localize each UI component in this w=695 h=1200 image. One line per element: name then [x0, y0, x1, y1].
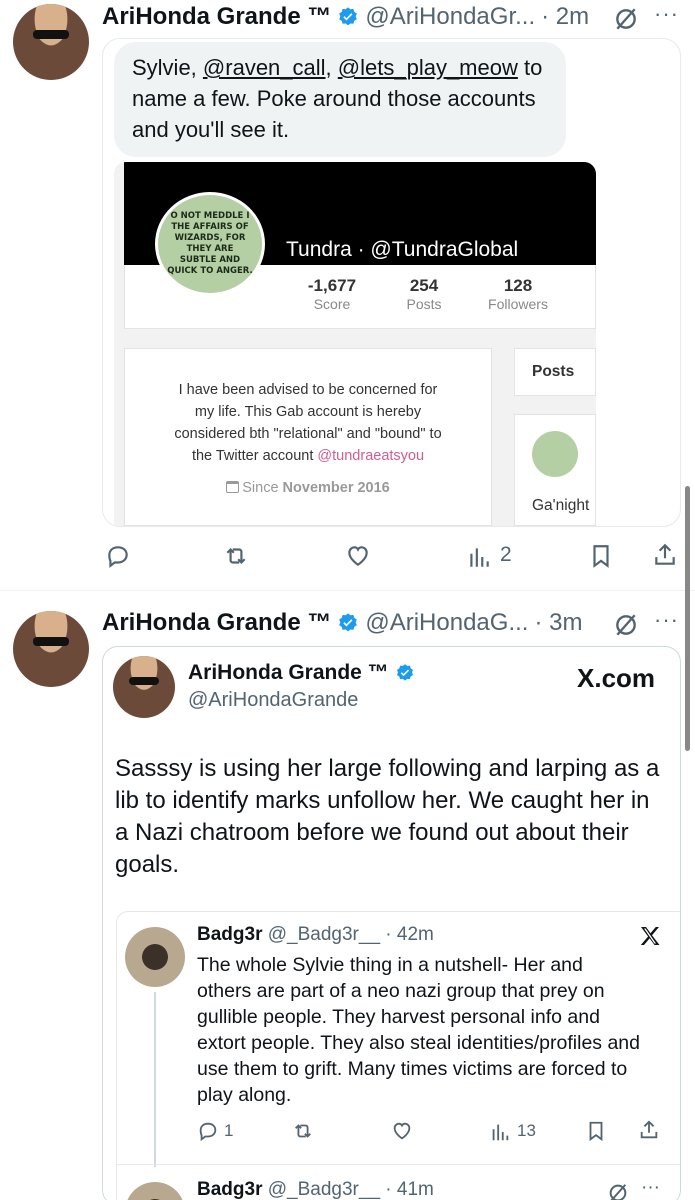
stat-label: Followers — [488, 296, 548, 312]
bio-link: @tundraeatsyou — [317, 448, 425, 464]
gab-stat-score: -1,677 Score — [292, 276, 372, 312]
stat-number: -1,677 — [307, 276, 357, 295]
calendar-icon — [226, 481, 240, 493]
gab-avatar-text: O NOT MEDDLE I THE AFFAIRS OF WIZARDS, F… — [167, 211, 253, 276]
gab-posts-tab: Posts — [514, 348, 596, 396]
embedded-tweet: Badg3r @_Badg3r__ · 42m The whole Sylvie… — [116, 911, 680, 1200]
gab-avatar: O NOT MEDDLE I THE AFFAIRS OF WIZARDS, F… — [155, 192, 265, 296]
stat-number: 128 — [503, 276, 533, 295]
author-handle[interactable]: @AriHondaG... — [365, 609, 528, 637]
views-count: 13 — [517, 1121, 536, 1140]
like-icon[interactable] — [344, 543, 372, 569]
author-name[interactable]: AriHonda Grande ™ — [102, 609, 331, 637]
gab-bio: I have been advised to be concerned for … — [125, 379, 491, 467]
more-options-icon: ··· — [641, 1177, 660, 1198]
author-name[interactable]: AriHonda Grande ™ — [102, 3, 331, 31]
retweet-icon[interactable] — [222, 543, 250, 569]
tweet-divider — [0, 590, 695, 591]
verified-badge-icon — [339, 613, 358, 632]
x-logo-icon — [640, 927, 660, 945]
verified-badge-icon — [396, 664, 413, 681]
next-embedded-header: Badg3r @_Badg3r__ · 41m — [197, 1179, 434, 1200]
embedded-header: Badg3r @_Badg3r__ · 42m — [197, 924, 434, 946]
more-options-icon[interactable]: ··· — [654, 607, 679, 633]
timestamp[interactable]: · 3m — [534, 609, 582, 637]
quote-handle: @AriHondaGrande — [188, 689, 359, 711]
mention-link[interactable]: @raven_call — [203, 55, 326, 80]
grok-icon[interactable] — [613, 612, 639, 638]
views-icon[interactable] — [466, 544, 492, 570]
quote-header: AriHonda Grande ™ — [188, 661, 415, 685]
grok-icon — [609, 1184, 627, 1200]
embedded-timestamp: · 42m — [385, 924, 434, 945]
gab-stat-posts: 254 Posts — [384, 276, 464, 312]
embedded-text: The whole Sylvie thing in a nutshell- He… — [197, 954, 640, 1106]
more-options-icon[interactable]: ··· — [654, 1, 679, 27]
embedded-author-handle: @_Badg3r__ — [267, 1179, 381, 1200]
verified-badge-icon — [339, 7, 358, 26]
views-count[interactable]: 2 — [500, 543, 512, 567]
message-text: Sylvie, — [132, 55, 203, 80]
stat-number: 254 — [409, 276, 439, 295]
since-label: Since — [242, 480, 283, 496]
embedded-divider — [117, 1164, 680, 1165]
gab-joined: Since November 2016 — [125, 480, 491, 496]
x-com-brand: X.com — [577, 663, 656, 693]
gab-display-name: Tundra · @TundraGlobal — [286, 238, 519, 261]
like-icon — [393, 1122, 411, 1140]
timestamp[interactable]: · 2m — [541, 3, 589, 31]
thread-line — [154, 992, 156, 1167]
gab-post-avatar — [532, 431, 578, 477]
tweet-header: AriHonda Grande ™ @AriHondaG... · 3m — [102, 609, 582, 637]
quote-avatar — [113, 656, 175, 718]
share-icon — [640, 1120, 658, 1139]
embedded-author-name: Badg3r — [197, 924, 263, 945]
gab-stat-followers: 128 Followers — [478, 276, 558, 312]
post-preview-text: Ga'night — [532, 497, 590, 514]
scrollbar-thumb[interactable] — [685, 486, 690, 751]
avatar[interactable] — [13, 611, 89, 687]
bookmark-icon — [589, 1121, 603, 1142]
quoted-tweet-card[interactable]: AriHonda Grande ™ @AriHondaGrande X.com … — [102, 646, 681, 1200]
attached-image[interactable]: O NOT MEDDLE I THE AFFAIRS OF WIZARDS, F… — [114, 162, 596, 526]
share-icon[interactable] — [652, 542, 678, 568]
quote-author-name: AriHonda Grande ™ — [188, 661, 389, 684]
mention-link[interactable]: @lets_play_meow — [338, 55, 518, 80]
embedded-author-name: Badg3r — [197, 1179, 263, 1200]
avatar[interactable] — [13, 4, 89, 80]
reply-icon — [199, 1122, 217, 1142]
quote-text: Sasssy is using her large following and … — [115, 755, 660, 878]
reply-icon[interactable] — [105, 543, 131, 569]
posts-tab-label: Posts — [532, 363, 575, 380]
embedded-actions: 1 13 — [197, 1118, 667, 1144]
bookmark-icon[interactable] — [588, 543, 614, 569]
bio-line: considered bth "relational" and "bound" … — [174, 426, 442, 442]
tweet-actions: 2 — [104, 540, 684, 572]
bio-line: I have been advised to be concerned for — [178, 382, 438, 398]
gab-post-preview: Ga'night — [514, 414, 596, 526]
message-bubble: Sylvie, @raven_call, @lets_play_meow to … — [114, 42, 566, 157]
message-text: , — [325, 55, 338, 80]
bio-line: the Twitter account — [191, 448, 318, 464]
badger-avatar — [125, 1182, 185, 1200]
bio-line: my life. This Gab account is hereby — [194, 404, 422, 420]
since-date: November 2016 — [282, 480, 390, 496]
grok-icon[interactable] — [613, 6, 639, 32]
author-handle[interactable]: @AriHondaGr... — [365, 3, 535, 31]
views-icon — [492, 1124, 509, 1141]
embedded-author-handle: @_Badg3r__ — [267, 924, 381, 945]
stat-label: Score — [313, 296, 351, 312]
reply-count: 1 — [224, 1121, 234, 1140]
badger-avatar — [125, 927, 185, 987]
tweet-header: AriHonda Grande ™ @AriHondaGr... · 2m — [102, 3, 589, 31]
gab-bio-card: I have been advised to be concerned for … — [124, 348, 492, 526]
stat-label: Posts — [406, 296, 442, 312]
retweet-icon — [295, 1124, 311, 1138]
embedded-timestamp: · 41m — [385, 1179, 434, 1200]
